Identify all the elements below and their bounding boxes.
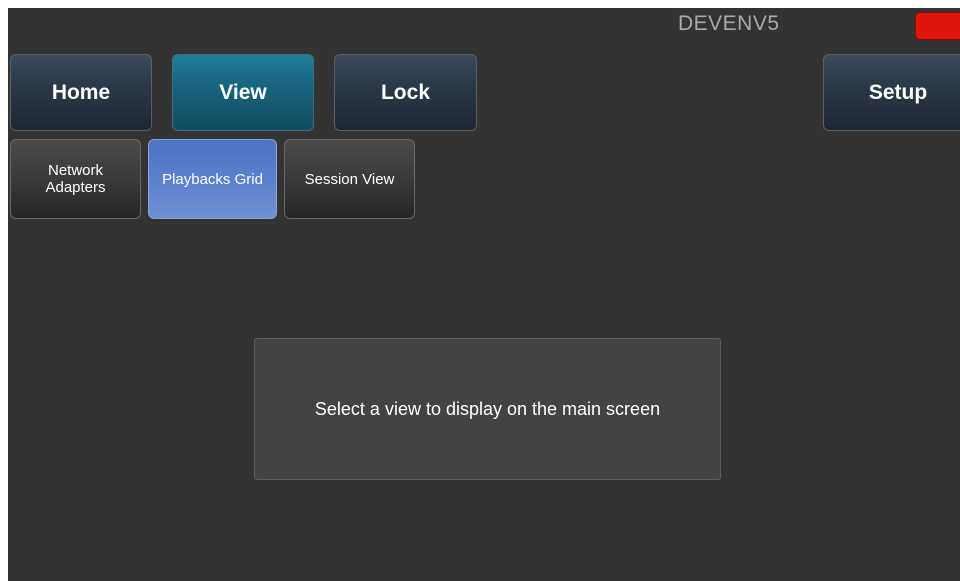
device-name: DEVENV5 (678, 12, 780, 35)
view-button[interactable]: View (172, 54, 314, 131)
status-indicator-icon[interactable] (915, 12, 960, 40)
playbacks-grid-button[interactable]: Playbacks Grid (148, 139, 277, 219)
session-view-label: Session View (304, 170, 395, 188)
setup-button[interactable]: Setup (823, 54, 960, 131)
playbacks-grid-label: Playbacks Grid (162, 170, 263, 188)
view-selection-message-panel: Select a view to display on the main scr… (254, 338, 721, 480)
app-screen: DEVENV5 Home View Lock Setup Network Ada… (8, 8, 960, 581)
session-view-button[interactable]: Session View (284, 139, 415, 219)
network-adapters-label: Network Adapters (45, 162, 106, 196)
network-adapters-button[interactable]: Network Adapters (10, 139, 141, 219)
home-button[interactable]: Home (10, 54, 152, 131)
lock-button[interactable]: Lock (334, 54, 477, 131)
view-selection-message: Select a view to display on the main scr… (314, 398, 661, 419)
